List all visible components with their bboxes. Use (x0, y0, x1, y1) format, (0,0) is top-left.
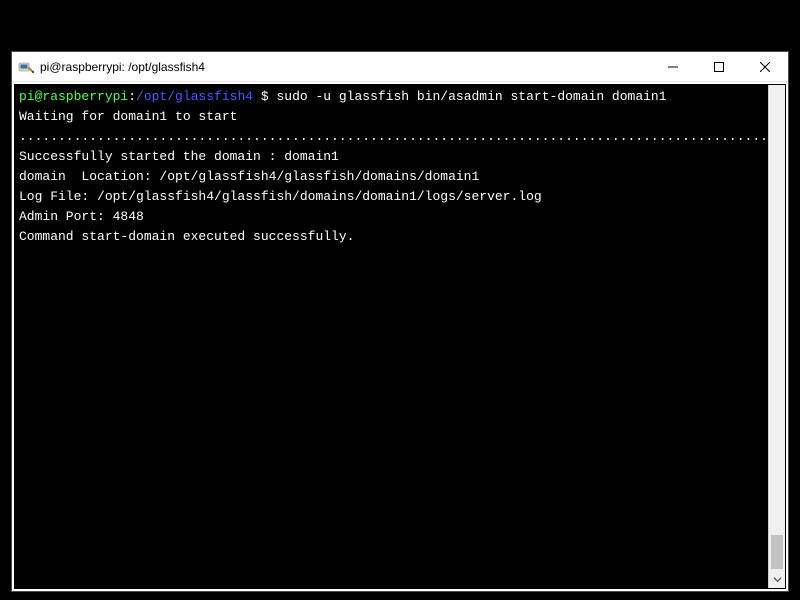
output-line: domain Location: /opt/glassfish4/glassfi… (19, 169, 479, 184)
minimize-button[interactable] (650, 52, 696, 81)
prompt-colon: : (128, 89, 136, 104)
prompt-path: /opt/glassfish4 (136, 89, 253, 104)
chevron-down-icon[interactable] (769, 571, 785, 588)
output-line: Waiting for domain1 to start ...........… (19, 109, 768, 144)
output-line: Log File: /opt/glassfish4/glassfish/doma… (19, 189, 542, 204)
scrollbar-thumb[interactable] (771, 535, 783, 569)
window-title: pi@raspberrypi: /opt/glassfish4 (40, 60, 205, 74)
terminal-output[interactable]: pi@raspberrypi:/opt/glassfish4 $ sudo -u… (15, 85, 768, 588)
command-text: sudo -u glassfish bin/asadmin start-doma… (276, 89, 666, 104)
output-line: Command start-domain executed successful… (19, 229, 354, 244)
terminal-window: pi@raspberrypi: /opt/glassfish4 pi@raspb… (11, 51, 789, 592)
vertical-scrollbar[interactable] (768, 85, 785, 588)
putty-icon (18, 59, 34, 75)
prompt-symbol: $ (253, 89, 276, 104)
prompt-userhost: pi@raspberrypi (19, 89, 128, 104)
titlebar[interactable]: pi@raspberrypi: /opt/glassfish4 (12, 52, 788, 82)
maximize-button[interactable] (696, 52, 742, 81)
scrollbar-track[interactable] (769, 85, 785, 571)
terminal-area: pi@raspberrypi:/opt/glassfish4 $ sudo -u… (14, 84, 786, 589)
close-button[interactable] (742, 52, 788, 81)
output-line: Admin Port: 4848 (19, 209, 144, 224)
output-line: Successfully started the domain : domain… (19, 149, 339, 164)
window-controls (650, 52, 788, 81)
